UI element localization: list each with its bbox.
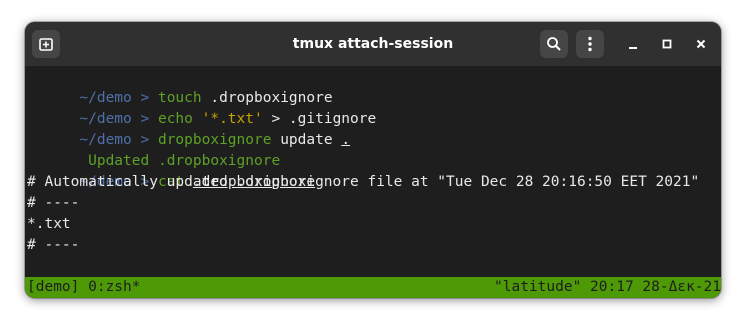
tmux-status-bar: [demo] 0:zsh* "latitude" 20:17 28-Δεκ-21 (25, 277, 721, 298)
search-button[interactable] (540, 30, 568, 58)
menu-button[interactable] (576, 30, 604, 58)
host-clock: "latitude" 20:17 28-Δεκ-21 (494, 279, 721, 295)
close-icon (696, 39, 706, 49)
output-line: # Automatically updated .dropboxignore f… (27, 174, 700, 190)
terminal-line: Updated .dropboxignore (27, 130, 280, 169)
maximize-button[interactable] (655, 32, 679, 56)
title-bar[interactable]: tmux attach-session (25, 22, 721, 66)
terminal-line: ~/demo > (27, 256, 167, 297)
kebab-menu-icon (588, 36, 592, 52)
terminal-line: ~/demo > touch .dropboxignore (27, 67, 332, 106)
output-line: # ---- (27, 237, 80, 253)
terminal-line: ~/demo > cat .dropboxignore (27, 151, 315, 190)
maximize-icon (662, 39, 672, 49)
close-button[interactable] (689, 32, 713, 56)
command-args: update (271, 132, 342, 148)
session-window-list[interactable]: [demo] 0:zsh* (27, 277, 141, 298)
search-icon (547, 37, 561, 51)
minimize-button[interactable] (621, 32, 645, 56)
terminal-line: ~/demo > dropboxignore update . (27, 109, 350, 148)
terminal-line: ~/demo > echo '*.txt' > .gitignore (27, 88, 376, 127)
terminal-content[interactable]: ~/demo > touch .dropboxignore ~/demo > e… (25, 66, 721, 298)
terminal-window: tmux attach-session ~/demo > touch .drop… (25, 22, 721, 298)
path-arg: . (341, 132, 351, 148)
window-title: tmux attach-session (292, 36, 454, 52)
output-line: *.txt (27, 216, 71, 232)
minimize-icon (629, 47, 637, 49)
output-line: # ---- (27, 195, 80, 211)
